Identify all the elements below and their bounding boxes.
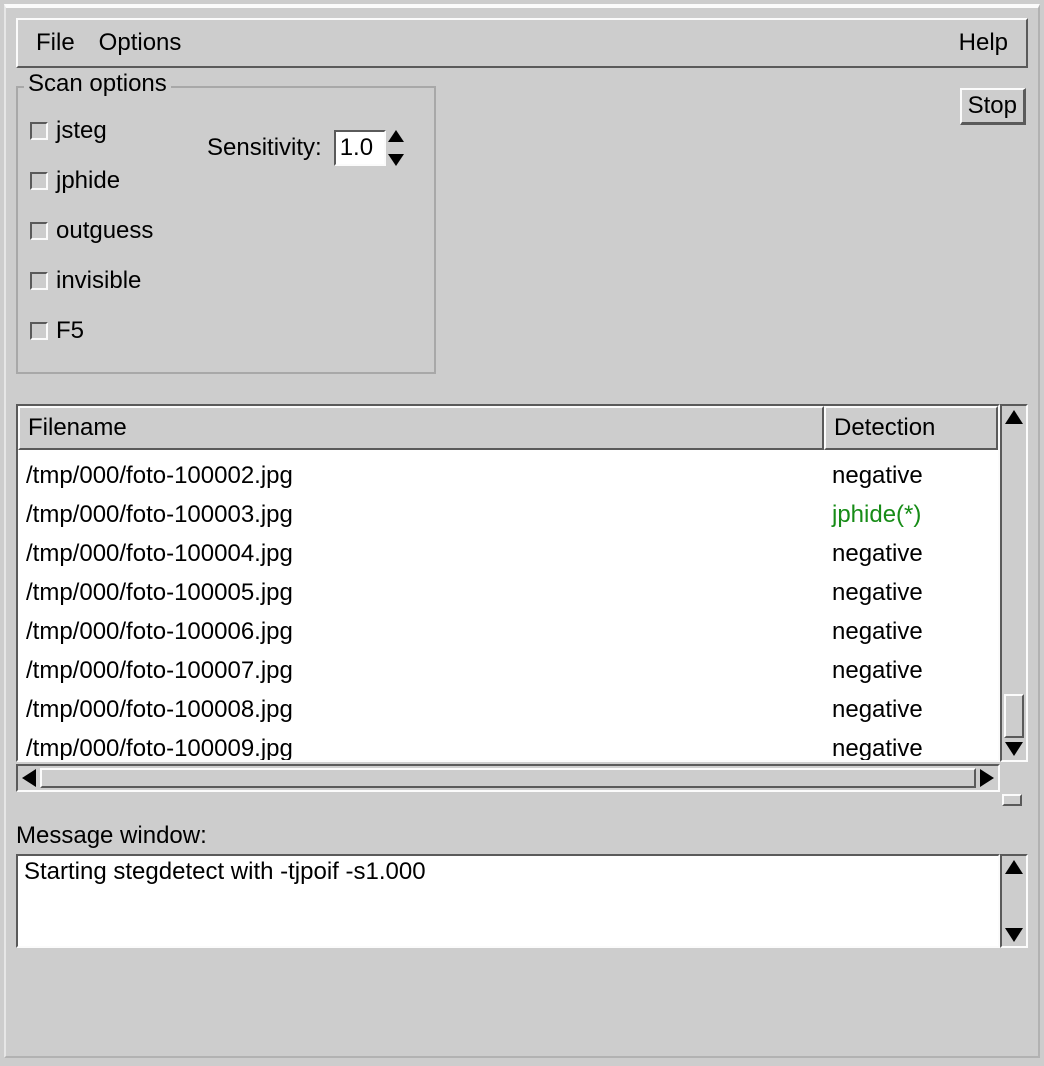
scroll-left-icon[interactable] bbox=[22, 769, 36, 787]
scan-options-checklist: jsteg jphide outguess invisible F5 bbox=[28, 106, 193, 362]
table-row[interactable]: /tmp/000/foto-100009.jpgnegative bbox=[18, 729, 998, 762]
table-cell-filename: /tmp/000/foto-100002.jpg bbox=[18, 462, 824, 490]
table-row[interactable]: /tmp/000/foto-100008.jpgnegative bbox=[18, 690, 998, 729]
check-jphide[interactable]: jphide bbox=[30, 162, 193, 200]
table-cell-filename: /tmp/000/foto-100006.jpg bbox=[18, 618, 824, 646]
scrollbar-thumb[interactable] bbox=[40, 768, 976, 788]
message-window[interactable]: Starting stegdetect with -tjpoif -s1.000 bbox=[16, 854, 1000, 948]
table-cell-filename: /tmp/000/foto-100003.jpg bbox=[18, 501, 824, 529]
table-cell-filename: /tmp/000/foto-100004.jpg bbox=[18, 540, 824, 568]
menu-help[interactable]: Help bbox=[947, 25, 1020, 61]
menubar: File Options Help bbox=[16, 18, 1028, 68]
results-table: Filename Detection /tmp/000/foto-xxxxxx.… bbox=[16, 404, 1000, 762]
table-cell-detection: jphide(*) bbox=[824, 501, 998, 529]
table-cell-detection: negative bbox=[824, 657, 998, 685]
table-row[interactable]: /tmp/000/foto-100006.jpgnegative bbox=[18, 612, 998, 651]
table-cell-filename: /tmp/000/foto-100005.jpg bbox=[18, 579, 824, 607]
check-label: invisible bbox=[56, 267, 141, 295]
table-cell-filename: /tmp/000/foto-100009.jpg bbox=[18, 735, 824, 763]
column-header-filename[interactable]: Filename bbox=[18, 406, 824, 450]
scan-options-group: Scan options jsteg jphide outguess invis… bbox=[16, 86, 436, 374]
check-label: outguess bbox=[56, 217, 153, 245]
checkbox-icon[interactable] bbox=[30, 272, 48, 290]
table-cell-detection: negative bbox=[824, 735, 998, 763]
table-cell-detection: negative bbox=[824, 462, 998, 490]
scroll-up-icon[interactable] bbox=[1005, 410, 1023, 424]
table-header: Filename Detection bbox=[18, 406, 998, 450]
table-cell-detection: negative bbox=[824, 579, 998, 607]
table-row[interactable]: /tmp/000/foto-100003.jpgjphide(*) bbox=[18, 495, 998, 534]
table-cell-filename: /tmp/000/foto-100007.jpg bbox=[18, 657, 824, 685]
checkbox-icon[interactable] bbox=[30, 322, 48, 340]
table-cell-detection: negative bbox=[824, 540, 998, 568]
checkbox-icon[interactable] bbox=[30, 222, 48, 240]
checkbox-icon[interactable] bbox=[30, 172, 48, 190]
sensitivity-spinbox[interactable]: 1.0 bbox=[334, 130, 404, 166]
app-window: File Options Help Scan options jsteg jph… bbox=[4, 4, 1040, 1058]
table-cell-filename: /tmp/000/foto-100008.jpg bbox=[18, 696, 824, 724]
table-row[interactable]: /tmp/000/foto-100004.jpgnegative bbox=[18, 534, 998, 573]
table-body[interactable]: /tmp/000/foto-xxxxxx.jpgnegative/tmp/000… bbox=[18, 450, 998, 762]
scrollbar-thumb[interactable] bbox=[1004, 694, 1024, 738]
scan-options-legend: Scan options bbox=[24, 70, 171, 98]
sensitivity-input[interactable]: 1.0 bbox=[334, 130, 386, 166]
sensitivity-label: Sensitivity: bbox=[207, 130, 322, 162]
message-vertical-scrollbar[interactable] bbox=[1000, 854, 1028, 948]
check-label: jphide bbox=[56, 167, 120, 195]
pane-resize-handle[interactable] bbox=[1002, 794, 1022, 806]
table-row[interactable]: /tmp/000/foto-100007.jpgnegative bbox=[18, 651, 998, 690]
check-outguess[interactable]: outguess bbox=[30, 212, 193, 250]
scroll-down-icon[interactable] bbox=[1005, 742, 1023, 756]
scroll-down-icon[interactable] bbox=[1005, 928, 1023, 942]
table-cell-detection: negative bbox=[824, 618, 998, 646]
scroll-right-icon[interactable] bbox=[980, 769, 994, 787]
menu-options[interactable]: Options bbox=[87, 25, 194, 61]
check-f5[interactable]: F5 bbox=[30, 312, 193, 350]
menu-file[interactable]: File bbox=[24, 25, 87, 61]
table-row[interactable]: /tmp/000/foto-100005.jpgnegative bbox=[18, 573, 998, 612]
table-horizontal-scrollbar[interactable] bbox=[16, 764, 1000, 792]
scroll-up-icon[interactable] bbox=[1005, 860, 1023, 874]
stop-button[interactable]: Stop bbox=[960, 88, 1026, 125]
check-jsteg[interactable]: jsteg bbox=[30, 112, 193, 150]
column-header-detection[interactable]: Detection bbox=[824, 406, 998, 450]
message-window-label: Message window: bbox=[16, 822, 1028, 850]
check-label: jsteg bbox=[56, 117, 107, 145]
spin-down-icon[interactable] bbox=[388, 154, 404, 166]
spin-up-icon[interactable] bbox=[388, 130, 404, 142]
check-invisible[interactable]: invisible bbox=[30, 262, 193, 300]
table-cell-detection: negative bbox=[824, 696, 998, 724]
table-vertical-scrollbar[interactable] bbox=[1000, 404, 1028, 762]
table-row[interactable]: /tmp/000/foto-100002.jpgnegative bbox=[18, 456, 998, 495]
check-label: F5 bbox=[56, 317, 84, 345]
checkbox-icon[interactable] bbox=[30, 122, 48, 140]
